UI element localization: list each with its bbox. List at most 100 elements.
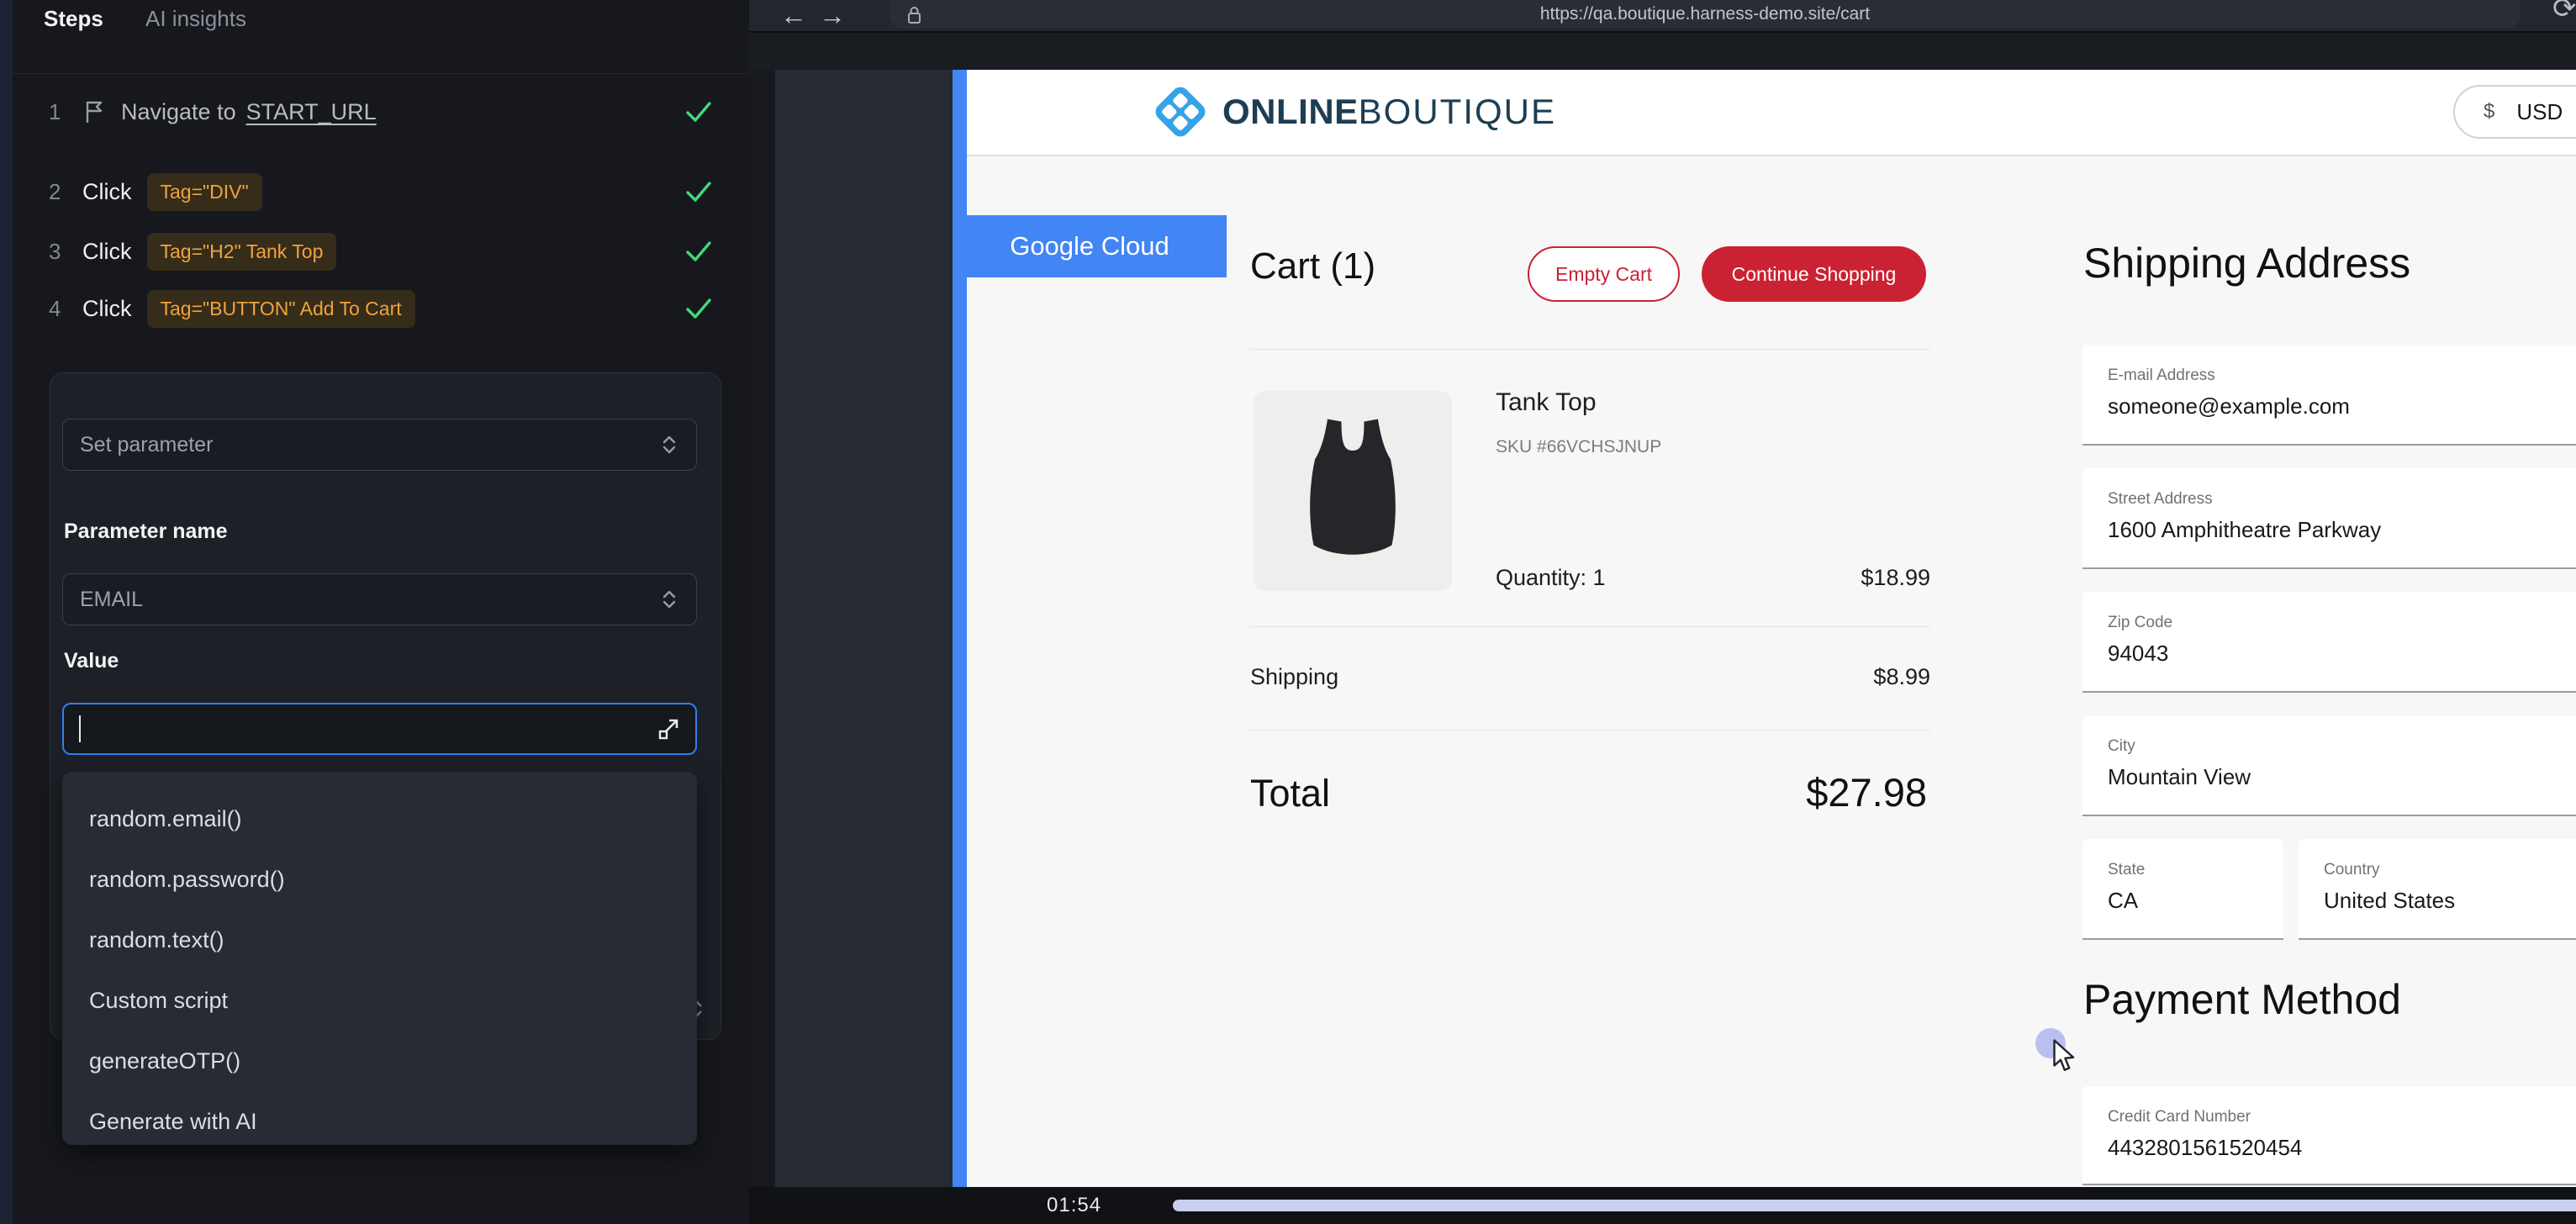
shipping-address-title: Shipping Address	[2083, 239, 2410, 288]
check-icon	[684, 240, 713, 263]
cart-title: Cart (1)	[1250, 245, 1375, 288]
toolbar-lower-strip	[749, 33, 2576, 70]
state-value: CA	[2108, 888, 2138, 914]
credit-card-value: 4432801561520454	[2108, 1135, 2302, 1161]
refresh-icon[interactable]: ⟳	[2552, 0, 2576, 25]
step-number: 3	[49, 239, 67, 265]
empty-cart-button[interactable]: Empty Cart	[1528, 246, 1680, 302]
tank-top-image	[1290, 411, 1416, 571]
divider	[1250, 730, 1930, 731]
check-icon	[684, 100, 713, 124]
step-row-1[interactable]: 1 Navigate to START_URL	[49, 88, 713, 135]
step-action: Navigate to	[121, 99, 236, 125]
step-action: Click	[82, 239, 132, 265]
text-caret	[79, 715, 81, 742]
set-parameter-select[interactable]: Set parameter	[62, 419, 697, 471]
mouse-cursor-icon	[2050, 1039, 2082, 1079]
playback-timestamp: 01:54	[1047, 1187, 1101, 1224]
state-field[interactable]: State CA	[2082, 839, 2283, 940]
city-field[interactable]: City Mountain View	[2082, 715, 2576, 816]
shipping-row-price: $8.99	[1681, 664, 1930, 690]
back-button[interactable]: ←	[780, 0, 807, 30]
city-value: Mountain View	[2108, 764, 2251, 790]
street-field[interactable]: Street Address 1600 Amphitheatre Parkway	[2082, 468, 2576, 569]
url-text: https://qa.boutique.harness-demo.site/ca…	[889, 0, 2521, 29]
suggestion-random-text[interactable]: random.text()	[89, 910, 680, 970]
value-input[interactable]	[62, 703, 697, 755]
email-field[interactable]: E-mail Address someone@example.com	[2082, 345, 2576, 446]
product-sku: SKU #66VCHSJNUP	[1496, 437, 1661, 457]
step-selector-badge: Tag="H2" Tank Top	[147, 233, 337, 271]
suggestion-custom-script[interactable]: Custom script	[89, 970, 680, 1031]
city-label: City	[2108, 737, 2135, 756]
currency-code: USD	[2516, 99, 2563, 125]
step-target-link[interactable]: START_URL	[246, 99, 377, 125]
step-row-4[interactable]: 4 Click Tag="BUTTON" Add To Cart	[49, 285, 713, 332]
parameter-name-label: Parameter name	[64, 520, 228, 544]
step-row-2[interactable]: 2 Click Tag="DIV"	[49, 168, 713, 215]
street-label: Street Address	[2108, 490, 2213, 509]
country-label: Country	[2324, 861, 2380, 879]
parameter-name-select[interactable]: EMAIL	[62, 573, 697, 625]
chevron-updown-icon	[659, 433, 679, 456]
step-action: Click	[82, 179, 132, 205]
email-value: someone@example.com	[2108, 393, 2350, 419]
street-value: 1600 Amphitheatre Parkway	[2108, 517, 2381, 543]
app-root: Steps AI insights 1 Navigate to START_UR…	[0, 0, 2576, 1224]
suggestion-random-email[interactable]: random.email()	[89, 789, 680, 849]
currency-selector[interactable]: $ USD	[2453, 85, 2576, 139]
google-cloud-badge: Google Cloud	[953, 215, 1227, 277]
value-label: Value	[64, 649, 119, 673]
continue-shopping-button[interactable]: Continue Shopping	[1702, 246, 1926, 302]
step-number: 4	[49, 296, 67, 322]
check-icon	[684, 297, 713, 320]
check-icon	[684, 180, 713, 203]
forward-button[interactable]: →	[819, 0, 846, 30]
logo-diamond-icon	[1152, 83, 1209, 140]
zip-label: Zip Code	[2108, 614, 2172, 632]
left-rail	[0, 0, 13, 1224]
step-number: 2	[49, 179, 67, 205]
chevron-updown-icon	[659, 588, 679, 611]
playback-progress-bar[interactable]	[1173, 1200, 2576, 1211]
suggestion-random-password[interactable]: random.password()	[89, 849, 680, 910]
suggestion-generate-otp[interactable]: generateOTP()	[89, 1031, 680, 1091]
product-quantity: Quantity: 1	[1496, 565, 1606, 591]
product-name[interactable]: Tank Top	[1496, 388, 1597, 417]
credit-card-field[interactable]: Credit Card Number 4432801561520454	[2082, 1086, 2576, 1185]
set-parameter-placeholder: Set parameter	[80, 433, 213, 457]
tabs-divider	[13, 73, 749, 74]
parameter-name-value: EMAIL	[80, 588, 143, 612]
divider	[1250, 626, 1930, 627]
step-row-3[interactable]: 3 Click Tag="H2" Tank Top	[49, 228, 713, 275]
site-logo[interactable]: ONLINE BOUTIQUE	[1152, 81, 1556, 143]
step-selector-badge: Tag="DIV"	[147, 173, 262, 211]
country-value: United States	[2324, 888, 2455, 914]
suggestion-generate-ai[interactable]: Generate with AI	[89, 1091, 680, 1152]
email-label: E-mail Address	[2108, 367, 2215, 385]
total-label: Total	[1250, 772, 1330, 815]
brand-name-light: BOUTIQUE	[1359, 92, 1556, 132]
total-price: $27.98	[1597, 769, 1927, 815]
tab-ai-insights[interactable]: AI insights	[145, 0, 246, 37]
zip-value: 94043	[2108, 641, 2168, 667]
zip-field[interactable]: Zip Code 94043	[2082, 592, 2576, 693]
payment-method-title: Payment Method	[2083, 975, 2401, 1024]
step-selector-badge: Tag="BUTTON" Add To Cart	[147, 290, 415, 328]
brand-name-bold: ONLINE	[1222, 92, 1359, 132]
step-number: 1	[49, 99, 67, 125]
expand-editor-icon[interactable]	[657, 717, 680, 741]
divider	[1250, 349, 1930, 350]
flag-icon	[82, 99, 106, 124]
value-suggestions-dropdown: random.email() random.password() random.…	[62, 772, 697, 1145]
viewport-left-shade	[749, 33, 775, 1187]
credit-card-label: Credit Card Number	[2108, 1108, 2251, 1126]
tab-steps[interactable]: Steps	[44, 0, 103, 37]
dollar-icon: $	[2484, 100, 2494, 124]
state-label: State	[2108, 861, 2145, 879]
product-price: $18.99	[1681, 565, 1930, 591]
country-field[interactable]: Country United States	[2299, 839, 2576, 940]
product-image	[1254, 391, 1452, 591]
step-action: Click	[82, 296, 132, 322]
shipping-row-label: Shipping	[1250, 664, 1338, 690]
